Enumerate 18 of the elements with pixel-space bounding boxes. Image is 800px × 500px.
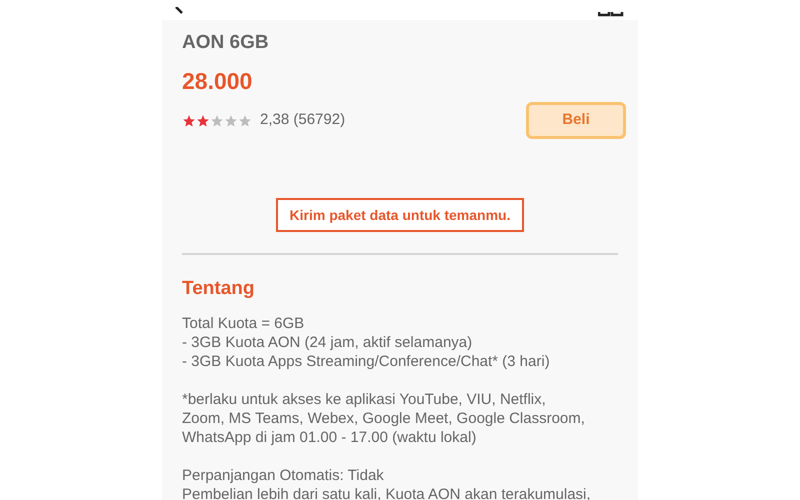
description-line: Perpanjangan Otomatis: Tidak bbox=[182, 466, 385, 484]
buy-button[interactable]: Beli bbox=[526, 102, 626, 139]
description-line: WhatsApp di jam 01.00 - 17.00 (waktu lokal) bbox=[182, 428, 478, 446]
gift-button[interactable]: Kirim paket data untuk temanmu. bbox=[276, 198, 524, 232]
rating-text: 2,38 (56792) bbox=[260, 110, 346, 130]
description-line: - 3GB Kuota Apps Streaming/Conference/Chat* (3 hari) bbox=[182, 352, 551, 370]
description-line: *berlaku untuk akses ke aplikasi YouTube, VIU, Netflix, bbox=[182, 390, 547, 408]
star-icon bbox=[210, 114, 224, 128]
star-icon bbox=[182, 114, 196, 128]
section-heading: Tentang bbox=[182, 277, 256, 301]
description-line: Total Kuota = 6GB bbox=[182, 314, 306, 332]
product-price: 28.000 bbox=[182, 66, 254, 96]
star-icon bbox=[224, 114, 238, 128]
star-icon bbox=[238, 114, 252, 128]
star-icon bbox=[196, 114, 210, 128]
description-line: Zoom, MS Teams, Webex, Google Meet, Google Classroom, bbox=[182, 408, 586, 428]
description-line: - 3GB Kuota AON (24 jam, aktif selamanya) bbox=[182, 332, 474, 352]
product-title: AON 6GB bbox=[182, 31, 270, 55]
